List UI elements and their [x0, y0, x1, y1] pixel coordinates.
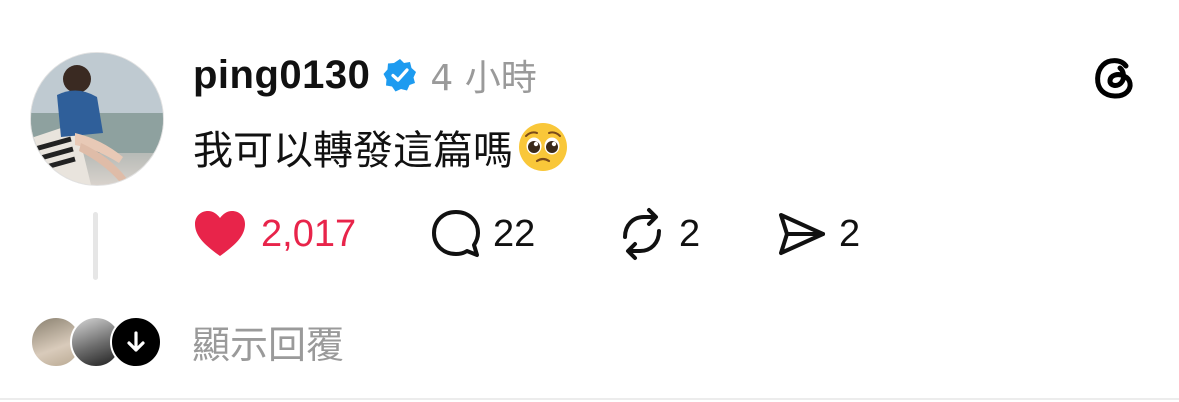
show-replies-row[interactable]: 顯示回覆	[30, 314, 344, 369]
divider	[0, 398, 1179, 400]
threads-logo-icon[interactable]	[1090, 53, 1140, 103]
thread-line	[93, 212, 98, 280]
post-body: 我可以轉發這篇嗎	[193, 118, 569, 176]
show-replies-link[interactable]: 顯示回覆	[192, 314, 344, 369]
share-count: 2	[839, 212, 861, 255]
post-text: 我可以轉發這篇嗎	[193, 128, 513, 174]
send-paper-plane-icon	[779, 213, 825, 255]
share-button[interactable]: 2	[775, 206, 860, 262]
repost-icon	[623, 208, 661, 260]
username-link[interactable]: ping0130	[193, 53, 370, 98]
comment-bubble-icon	[432, 210, 480, 257]
repost-count: 2	[679, 212, 701, 255]
arrow-down-icon	[110, 316, 162, 368]
repost-button[interactable]: 2	[615, 206, 700, 262]
reply-avatars	[30, 316, 162, 368]
reply-button[interactable]: 22	[429, 206, 535, 262]
like-count: 2,017	[261, 212, 357, 255]
author-avatar[interactable]	[30, 52, 164, 186]
reply-count: 22	[493, 212, 536, 255]
post-time: 4 小時	[430, 58, 537, 99]
verified-badge-icon	[382, 57, 418, 93]
like-button[interactable]: 2,017	[193, 206, 356, 262]
heart-filled-icon	[195, 211, 245, 256]
post-actions: 2,017 22 2 2	[193, 206, 893, 262]
post-header: ping0130 4 小時	[193, 50, 537, 100]
pleading-face-icon	[519, 123, 567, 171]
